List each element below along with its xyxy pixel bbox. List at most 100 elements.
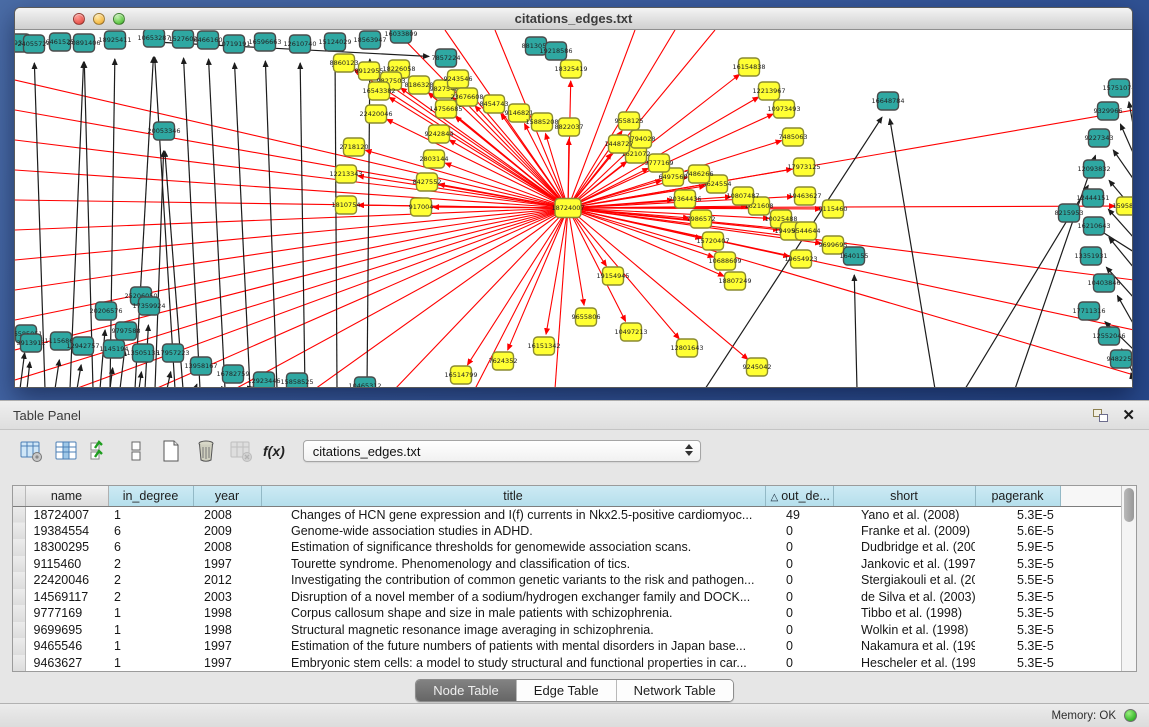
cell-name[interactable]: 18724007 [25, 506, 108, 523]
network-graph[interactable]: 8860123891295518226058982750381863289827… [15, 30, 1133, 388]
cell-out_degree[interactable]: 0 [765, 523, 833, 540]
graph-node[interactable]: 917004 [409, 198, 434, 216]
graph-node[interactable]: 7624352 [489, 352, 518, 370]
table-selector-dropdown[interactable]: citations_edges.txt [303, 440, 701, 462]
graph-node[interactable]: 16782759 [216, 365, 249, 383]
memory-ok-indicator[interactable] [1124, 709, 1137, 722]
cell-pagerank[interactable]: 5.6E-5 [975, 523, 1060, 540]
table-mode-button[interactable] [18, 438, 44, 464]
graph-node[interactable]: 22420046 [359, 105, 392, 123]
cell-short[interactable]: Franke et al. (2009) [833, 523, 975, 540]
row-height-button[interactable] [123, 438, 149, 464]
cell-short[interactable]: Yano et al. (2008) [833, 506, 975, 523]
cell-in_degree[interactable]: 2 [108, 589, 193, 606]
tab-edge-table[interactable]: Edge Table [517, 680, 617, 701]
cell-name[interactable]: 9463627 [25, 655, 108, 672]
node-table[interactable]: namein_degreeyeartitle△out_de...shortpag… [13, 486, 1121, 671]
cell-name[interactable]: 19384554 [25, 523, 108, 540]
cell-name[interactable]: 22420046 [25, 572, 108, 589]
graph-node[interactable]: 10465312 [348, 377, 381, 388]
graph-node[interactable]: 16151342 [527, 337, 560, 355]
graph-node[interactable]: 16154838 [732, 58, 765, 76]
cell-title[interactable]: Changes of HCN gene expression and I(f) … [261, 506, 765, 523]
graph-node[interactable]: 12923446 [247, 372, 280, 388]
cell-short[interactable]: Nakamura et al. (1997) [833, 638, 975, 655]
graph-node[interactable]: 17973125 [787, 158, 820, 176]
cell-title[interactable]: Investigating the contribution of common… [261, 572, 765, 589]
table-row[interactable]: 1830029562008Estimation of significance … [13, 539, 1121, 556]
cell-name[interactable]: 9777169 [25, 605, 108, 622]
column-header-name[interactable]: name [25, 486, 108, 506]
graph-node[interactable]: 15858525 [280, 373, 313, 388]
cell-pagerank[interactable]: 5.3E-5 [975, 622, 1060, 639]
cell-title[interactable]: Estimation of significance thresholds fo… [261, 539, 765, 556]
cell-in_degree[interactable]: 6 [108, 523, 193, 540]
cell-title[interactable]: Disruption of a novel member of a sodium… [261, 589, 765, 606]
graph-node[interactable]: 16210643 [1077, 217, 1110, 235]
cell-year[interactable]: 1997 [193, 638, 261, 655]
graph-node[interactable]: 20891406 [67, 34, 100, 52]
cell-year[interactable]: 1997 [193, 556, 261, 573]
cell-in_degree[interactable]: 2 [108, 556, 193, 573]
function-builder-button[interactable]: f(x) [263, 443, 285, 459]
cell-pagerank[interactable]: 5.3E-5 [975, 556, 1060, 573]
graph-node[interactable]: 19654923 [784, 250, 817, 268]
cell-short[interactable]: Jankovic et al. (1997) [833, 556, 975, 573]
graph-node[interactable]: 3913911 [17, 334, 46, 352]
cell-out_degree[interactable]: 0 [765, 539, 833, 556]
table-row[interactable]: 977716911998Corpus callosum shape and si… [13, 605, 1121, 622]
cell-short[interactable]: Tibbo et al. (1998) [833, 605, 975, 622]
cell-short[interactable]: Stergiakouli et al. (2012) [833, 572, 975, 589]
graph-node[interactable]: 18563947 [353, 31, 386, 49]
network-view-window[interactable]: citations_edges.txt 88601238912955182260… [14, 7, 1133, 388]
graph-node[interactable]: 10688609 [708, 252, 741, 270]
graph-node[interactable]: 19154945 [596, 267, 629, 285]
table-row[interactable]: 969969511998Structural magnetic resonanc… [13, 622, 1121, 639]
cell-title[interactable]: Genome-wide association studies in ADHD. [261, 523, 765, 540]
table-row[interactable]: 946362711997Embryonic stem cells: a mode… [13, 655, 1121, 672]
cell-out_degree[interactable]: 0 [765, 638, 833, 655]
graph-node[interactable]: 20364436 [668, 190, 701, 208]
cell-name[interactable]: 18300295 [25, 539, 108, 556]
graph-node[interactable]: 12093832 [1077, 160, 1110, 178]
table-row[interactable]: 911546021997Tourette syndrome. Phenomeno… [13, 556, 1121, 573]
graph-node[interactable]: 20206576 [89, 302, 122, 320]
graph-node[interactable]: 16514799 [444, 366, 477, 384]
graph-node[interactable]: 9544644 [792, 222, 821, 240]
graph-node[interactable]: 1595863 [1113, 197, 1133, 215]
graph-node[interactable]: 10653287 [137, 30, 170, 47]
cell-in_degree[interactable]: 1 [108, 622, 193, 639]
close-panel-icon[interactable]: ✕ [1122, 408, 1135, 423]
graph-node[interactable]: 15751074 [1102, 79, 1133, 97]
graph-node[interactable]: 12444151 [1076, 189, 1109, 207]
graph-node[interactable]: 12552046 [1092, 327, 1125, 345]
graph-node[interactable]: 1145194 [100, 340, 129, 358]
graph-node[interactable]: 9245042 [743, 358, 772, 376]
cell-out_degree[interactable]: 0 [765, 556, 833, 573]
select-columns-button[interactable] [88, 438, 114, 464]
graph-node[interactable]: 10497213 [614, 323, 647, 341]
graph-node[interactable]: 9242844 [425, 125, 454, 143]
cell-title[interactable]: Corpus callosum shape and size in male p… [261, 605, 765, 622]
tab-network-table[interactable]: Network Table [617, 680, 733, 701]
table-row[interactable]: 1938455462009Genome-wide association stu… [13, 523, 1121, 540]
cell-in_degree[interactable]: 2 [108, 572, 193, 589]
cell-pagerank[interactable]: 5.5E-5 [975, 572, 1060, 589]
graph-node[interactable]: 16033809 [384, 30, 417, 43]
graph-node[interactable]: 18325419 [554, 60, 587, 78]
cell-out_degree[interactable]: 0 [765, 589, 833, 606]
cell-pagerank[interactable]: 5.3E-5 [975, 638, 1060, 655]
table-row[interactable]: 1456911722003Disruption of a novel membe… [13, 589, 1121, 606]
cell-pagerank[interactable]: 5.9E-5 [975, 539, 1060, 556]
cell-title[interactable]: Structural magnetic resonance image aver… [261, 622, 765, 639]
table-row[interactable]: 1872400712008Changes of HCN gene express… [13, 506, 1121, 523]
cell-out_degree[interactable]: 0 [765, 622, 833, 639]
graph-node[interactable]: 9115460 [819, 200, 848, 218]
graph-node[interactable]: 8427552 [413, 173, 442, 191]
cell-in_degree[interactable]: 1 [108, 605, 193, 622]
graph-node[interactable]: 13351931 [1074, 247, 1107, 265]
graph-node[interactable]: 9227343 [1085, 129, 1114, 147]
cell-name[interactable]: 9699695 [25, 622, 108, 639]
graph-node[interactable]: 12213343 [329, 165, 362, 183]
cell-year[interactable]: 1998 [193, 622, 261, 639]
